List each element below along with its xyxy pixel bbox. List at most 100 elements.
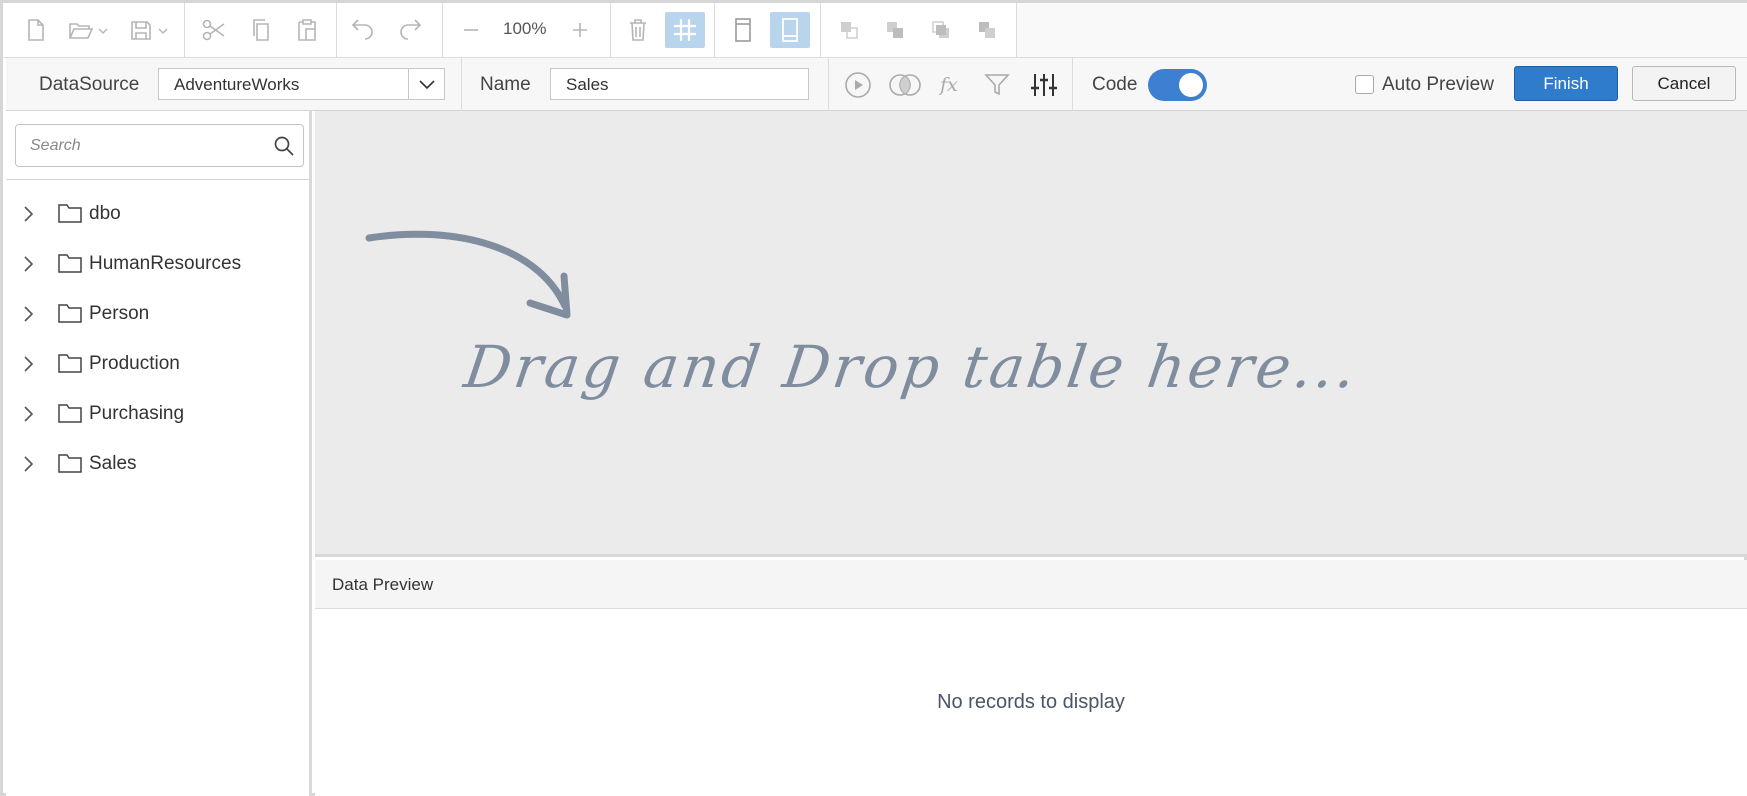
delete-button[interactable]	[618, 12, 658, 48]
data-preview-header: Data Preview	[315, 560, 1747, 609]
schema-panel: dbo HumanResources Person Production Pur…	[6, 111, 312, 796]
chevron-right-icon[interactable]	[21, 254, 35, 279]
separator	[1072, 58, 1073, 111]
chevron-right-icon[interactable]	[21, 204, 35, 229]
save-button[interactable]	[125, 12, 175, 48]
new-file-button[interactable]	[16, 12, 56, 48]
grid-icon	[674, 19, 696, 41]
redo-button[interactable]	[390, 12, 430, 48]
copy-button[interactable]	[241, 12, 281, 48]
chevron-right-icon[interactable]	[21, 354, 35, 379]
paste-button[interactable]	[287, 12, 327, 48]
parameters-button[interactable]	[1027, 68, 1061, 102]
expression-button[interactable]: fx	[934, 68, 968, 102]
open-button[interactable]	[63, 12, 113, 48]
tree-item-label: HumanResources	[89, 253, 242, 274]
folder-icon	[57, 452, 83, 479]
page-layout-icon	[735, 18, 751, 42]
trash-icon	[630, 19, 646, 41]
save-icon	[131, 21, 168, 40]
zoom-group: 100%	[443, 3, 611, 57]
join-button[interactable]	[885, 68, 925, 102]
chevron-right-icon[interactable]	[21, 454, 35, 479]
cut-button[interactable]	[194, 12, 234, 48]
finish-button[interactable]: Finish	[1514, 66, 1618, 101]
undo-button[interactable]	[343, 12, 383, 48]
new-file-icon	[28, 19, 44, 41]
tree-item-humanresources[interactable]: HumanResources	[6, 242, 309, 286]
zoom-out-button[interactable]	[451, 12, 491, 48]
name-label: Name	[480, 74, 531, 95]
separator	[461, 58, 462, 111]
datasource-value: AdventureWorks	[174, 75, 300, 94]
toolbar-groups: 100%	[3, 3, 1017, 57]
tree-item-purchasing[interactable]: Purchasing	[6, 392, 309, 436]
paste-icon	[298, 19, 316, 41]
bring-forward-button[interactable]	[829, 12, 869, 48]
bring-to-front-button[interactable]	[875, 12, 915, 48]
empty-message: No records to display	[937, 691, 1125, 713]
auto-preview-checkbox[interactable]	[1355, 75, 1374, 94]
chevron-down-icon[interactable]	[408, 69, 444, 99]
main-toolbar: 100%	[3, 3, 1747, 58]
function-icon: fx	[938, 74, 958, 96]
search-input[interactable]	[30, 134, 260, 158]
design-canvas[interactable]: Drag and Drop table here...	[315, 111, 1747, 557]
query-name-field[interactable]: Sales	[550, 68, 809, 100]
tree-item-label: dbo	[89, 203, 121, 224]
tree-item-sales[interactable]: Sales	[6, 442, 309, 486]
undo-icon	[351, 19, 373, 40]
data-preview-grid: No records to display	[315, 609, 1747, 796]
zoom-level[interactable]: 100%	[503, 19, 546, 39]
tree-item-label: Sales	[89, 453, 137, 474]
send-backward-button[interactable]	[921, 12, 961, 48]
clipboard-group	[185, 3, 337, 57]
query-name-value: Sales	[566, 75, 609, 94]
code-label: Code	[1092, 74, 1138, 95]
plus-icon	[573, 23, 587, 37]
run-button[interactable]	[841, 68, 875, 102]
layout-top-button[interactable]	[723, 12, 763, 48]
datasource-label: DataSource	[39, 74, 140, 95]
send-to-back-button[interactable]	[967, 12, 1007, 48]
edit-group	[611, 3, 715, 57]
layout-bottom-button[interactable]	[770, 12, 810, 48]
sliders-icon	[1031, 74, 1057, 96]
folder-icon	[57, 202, 83, 229]
grid-toggle-button[interactable]	[665, 12, 705, 48]
tree-item-dbo[interactable]: dbo	[6, 192, 309, 236]
history-group	[337, 3, 443, 57]
separator	[828, 58, 829, 111]
tree-item-person[interactable]: Person	[6, 292, 309, 336]
arrange-group	[821, 3, 1017, 57]
layout-group	[715, 3, 821, 57]
join-icon	[889, 74, 921, 96]
folder-icon	[57, 252, 83, 279]
folder-icon	[57, 302, 83, 329]
tree-item-label: Person	[89, 303, 150, 324]
folder-open-icon	[68, 23, 108, 39]
code-toggle[interactable]	[1148, 69, 1207, 101]
tree-item-label: Production	[89, 353, 180, 374]
toggle-knob	[1179, 73, 1203, 97]
search-icon[interactable]	[273, 135, 295, 162]
tree-item-production[interactable]: Production	[6, 342, 309, 386]
cancel-button[interactable]: Cancel	[1632, 66, 1736, 101]
bring-forward-icon	[841, 22, 858, 39]
chevron-right-icon[interactable]	[21, 404, 35, 429]
folder-icon	[57, 352, 83, 379]
chevron-right-icon[interactable]	[21, 304, 35, 329]
query-designer-window: 100% DataSource AdventureWorks Name Sale…	[0, 0, 1747, 796]
filter-icon	[984, 74, 1010, 96]
curved-arrow-icon	[365, 230, 571, 319]
tree-item-label: Purchasing	[89, 403, 185, 424]
auto-preview-label[interactable]: Auto Preview	[1382, 74, 1494, 96]
filter-button[interactable]	[980, 68, 1014, 102]
panel-divider	[6, 179, 309, 180]
play-icon	[845, 72, 871, 98]
datasource-dropdown[interactable]: AdventureWorks	[158, 68, 445, 100]
copy-icon	[253, 19, 269, 41]
scissors-icon	[202, 19, 225, 41]
zoom-in-button[interactable]	[560, 12, 600, 48]
split-layout-icon	[782, 18, 798, 42]
